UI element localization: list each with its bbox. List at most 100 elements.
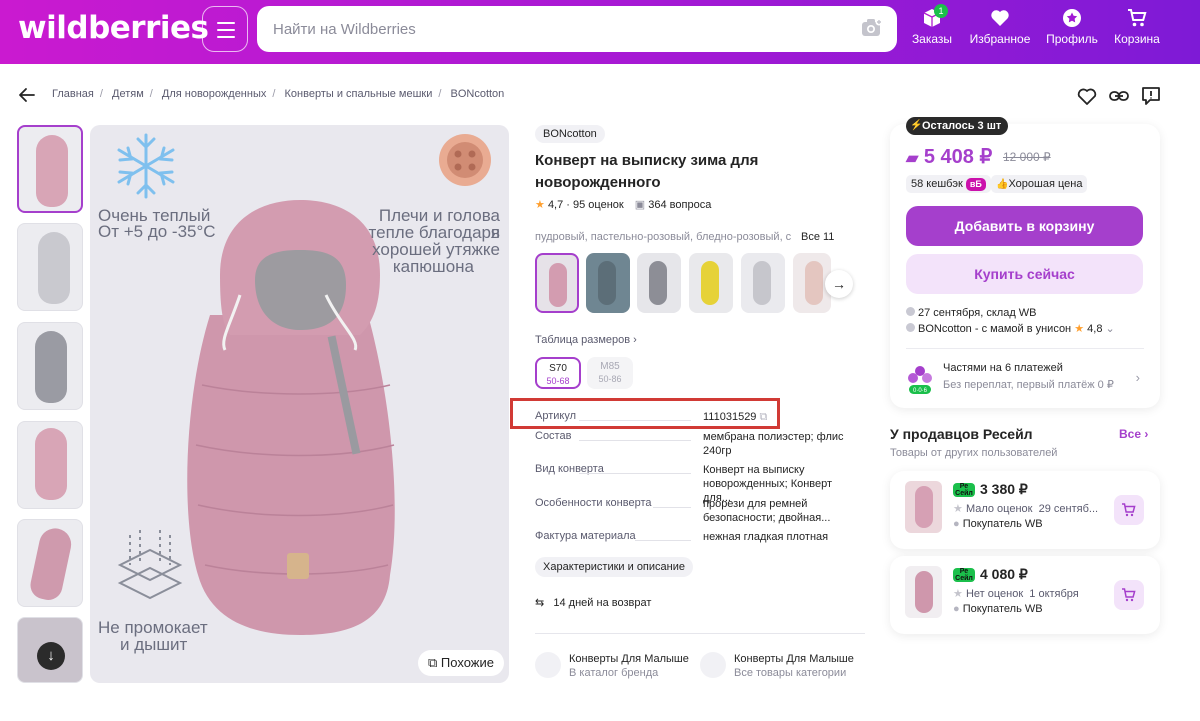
brand-link-subtitle: Все товары категории: [734, 667, 847, 679]
good-price-badge: Хорошая цена: [991, 175, 1088, 193]
breadcrumb-item[interactable]: Детям: [112, 88, 144, 100]
image-caption: и дышит: [120, 635, 188, 654]
size-option[interactable]: M85 50-86: [587, 357, 633, 389]
offer-seller: ● Покупатель WB: [953, 518, 1043, 530]
color-swatch[interactable]: [535, 253, 579, 313]
chevron-right-icon: ›: [1135, 370, 1140, 385]
breadcrumb-item[interactable]: Главная: [52, 88, 94, 100]
brand-chip[interactable]: BONcotton: [535, 125, 605, 143]
offer-seller: ● Покупатель WB: [953, 603, 1043, 615]
delivery-info: 27 сентября, склад WB: [906, 307, 1037, 319]
profile-icon: [1040, 8, 1104, 30]
heart-icon: [968, 8, 1032, 30]
snowflake-icon: [117, 133, 175, 199]
wildberries-logo[interactable]: wildberries: [18, 10, 209, 46]
color-swatch[interactable]: [689, 253, 733, 313]
product-main-image[interactable]: Очень теплый От +5 до -35°C Плечи и голо…: [90, 125, 509, 683]
next-arrow-button[interactable]: →: [825, 270, 853, 298]
similar-label: Похожие: [440, 655, 494, 670]
profile-nav[interactable]: Профиль: [1040, 8, 1104, 46]
fabric-membrane-icon: [117, 530, 183, 600]
thumbnail[interactable]: [17, 223, 83, 311]
image-caption: хорошей утяжке: [372, 240, 500, 259]
size-option[interactable]: S70 50-68: [535, 357, 581, 389]
resale-offer[interactable]: Ре Сейл 3 380 ₽ ★ Мало оценок 29 сентяб.…: [890, 471, 1160, 549]
colors-line: пудровый, пастельно-розовый, бледно-розо…: [535, 231, 835, 243]
shop-icon: [906, 323, 915, 332]
size-table-link[interactable]: Таблица размеров ›: [535, 334, 637, 346]
installments-icon: 0·0·6: [906, 364, 934, 396]
description-button[interactable]: Характеристики и описание: [535, 557, 693, 577]
offer-image: [905, 481, 942, 533]
offer-image: [905, 566, 942, 618]
share-link-icon[interactable]: [1108, 85, 1130, 107]
thumbnail[interactable]: [17, 519, 83, 607]
size-range: 50-86: [598, 374, 622, 384]
image-caption: От +5 до -35°C: [98, 222, 216, 241]
favorites-nav[interactable]: Избранное: [968, 8, 1032, 46]
color-swatch[interactable]: [741, 253, 785, 313]
old-price: 12 000 ₽: [1003, 150, 1051, 164]
brand-link-title: Конверты Для Малышей: [734, 653, 854, 665]
size-name: S70: [549, 363, 567, 374]
breadcrumb-item[interactable]: Для новорожденных: [162, 88, 266, 100]
delivery-icon: [906, 307, 915, 316]
similar-button[interactable]: ⧉ Похожие: [418, 650, 504, 676]
color-swatch[interactable]: [586, 253, 630, 313]
questions-icon: ▣: [634, 199, 646, 211]
product-title: Конверт на выписку зима для новорожденно…: [535, 152, 759, 191]
offer-cart-button[interactable]: [1114, 580, 1144, 610]
breadcrumb-item[interactable]: BONcotton: [450, 88, 504, 100]
brand-link-title: Конверты Для Малышей: [569, 653, 689, 665]
cashback-badge: 58 кешбэк вБ: [906, 175, 991, 193]
report-icon[interactable]: [1140, 85, 1162, 107]
divider: [535, 633, 865, 634]
return-policy[interactable]: ⇆ 14 дней на возврат: [535, 596, 651, 609]
thumbnail[interactable]: [17, 421, 83, 509]
favorite-heart-icon[interactable]: [1076, 85, 1098, 107]
breadcrumb-item[interactable]: Конверты и спальные мешки: [285, 88, 433, 100]
installments-block[interactable]: 0·0·6 Частями на 6 платежей Без переплат…: [906, 362, 1144, 398]
svg-text:0·0·6: 0·0·6: [913, 388, 928, 394]
colors-text: пудровый, пастельно-розовый, бледно-розо…: [535, 231, 792, 243]
back-arrow-icon[interactable]: [18, 86, 36, 109]
resale-tag: Ре Сейл: [953, 568, 975, 582]
layers-icon: [700, 652, 726, 678]
orders-nav[interactable]: 1 Заказы: [900, 4, 964, 46]
questions-count: 364 вопроса: [648, 199, 712, 211]
box-icon: 1: [900, 4, 964, 30]
colors-all-link[interactable]: Все 11 ›: [797, 231, 835, 243]
add-to-cart-button[interactable]: Добавить в корзину: [906, 206, 1143, 246]
orders-badge: 1: [934, 4, 948, 18]
breadcrumb: Главная / Детям / Для новорожденных / Конве…: [52, 88, 505, 100]
return-text: 14 дней на возврат: [553, 597, 652, 609]
seller-info[interactable]: BONcotton - с мамой в унисон ★ 4,8 ⌄: [906, 322, 1115, 335]
size-name: M85: [600, 361, 620, 372]
wb-tag: вБ: [965, 178, 986, 191]
resale-tag: Ре Сейл: [953, 483, 975, 497]
search-bar: [257, 6, 897, 52]
buy-now-button[interactable]: Купить сейчас: [906, 254, 1143, 294]
color-swatch[interactable]: [637, 253, 681, 313]
resale-offer[interactable]: Ре Сейл 4 080 ₽ ★ Нет оценок 1 октября ●…: [890, 556, 1160, 634]
divider: [906, 348, 1144, 349]
resale-all-link[interactable]: Все ›: [1119, 427, 1148, 441]
envelope-illustration: [187, 200, 395, 635]
reviews-count: 95 оценок: [573, 199, 624, 211]
installments-title: Частями на 6 платежей: [943, 362, 1063, 374]
return-arrows-icon: ⇆: [535, 597, 545, 609]
thumbnail[interactable]: [17, 322, 83, 410]
size-range: 50-68: [546, 376, 570, 386]
image-caption: капюшона: [392, 257, 474, 276]
offer-cart-button[interactable]: [1114, 495, 1144, 525]
spec-value: мембрана полиэстер; флис 240гр: [703, 431, 844, 457]
cart-nav[interactable]: Корзина: [1105, 8, 1169, 46]
camera-search-icon[interactable]: [861, 18, 883, 43]
thumbnail[interactable]: [17, 125, 83, 213]
scroll-down-button[interactable]: ↓: [37, 642, 65, 670]
menu-button[interactable]: [202, 6, 248, 52]
search-input[interactable]: [273, 18, 833, 40]
spec-value: прорези для ремней безопасности; двойная…: [703, 498, 831, 524]
profile-label: Профиль: [1046, 32, 1098, 46]
rating-line[interactable]: ★ 4,7 · 95 оценок ▣ 364 вопроса: [535, 198, 711, 211]
